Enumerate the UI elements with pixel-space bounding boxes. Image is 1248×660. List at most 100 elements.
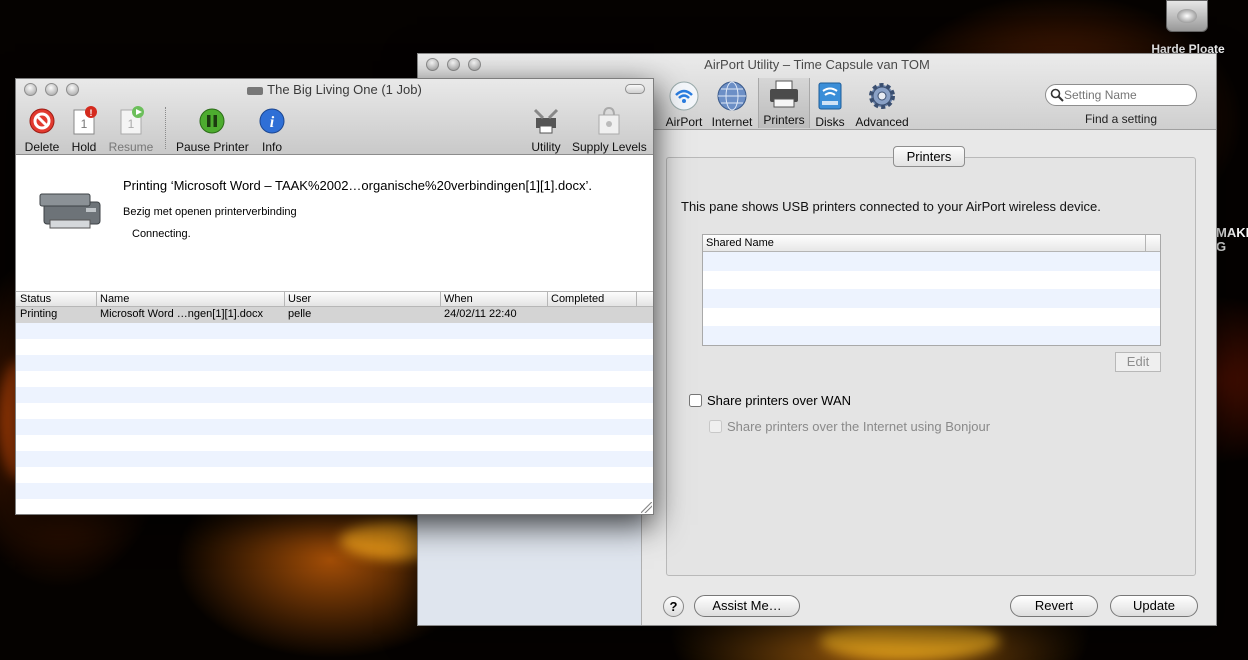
- table-row: [16, 403, 653, 419]
- svg-text:!: !: [90, 108, 93, 118]
- column-header-when[interactable]: When: [444, 292, 473, 307]
- column-header-user[interactable]: User: [288, 292, 311, 307]
- globe-icon: [716, 80, 748, 112]
- table-row: [16, 387, 653, 403]
- edge-text-line: G: [1216, 239, 1227, 254]
- shopping-bag-icon: [593, 105, 625, 137]
- pause-printer-button[interactable]: Pause Printer: [176, 105, 249, 154]
- printer-icon: [768, 78, 800, 110]
- current-job-area: [16, 156, 653, 291]
- toolbar-disks-button[interactable]: Disks: [802, 80, 858, 129]
- column-divider[interactable]: [636, 292, 637, 306]
- toolbar-label: Utility: [531, 140, 561, 154]
- printers-panel: This pane shows USB printers connected t…: [666, 157, 1196, 576]
- wifi-icon: [668, 80, 700, 112]
- share-wan-label: Share printers over WAN: [707, 393, 852, 408]
- utility-icon: [530, 105, 562, 137]
- assist-me-button[interactable]: Assist Me…: [694, 595, 800, 617]
- wallpaper-flame: [820, 620, 1000, 660]
- window-title: AirPort Utility – Time Capsule van TOM: [704, 57, 930, 72]
- queue-table-header: Status Name User When Completed: [16, 291, 653, 307]
- revert-button[interactable]: Revert: [1010, 595, 1098, 617]
- toolbar-label: Hold: [71, 140, 97, 154]
- table-row: [16, 483, 653, 499]
- gear-icon: [866, 80, 898, 112]
- column-divider[interactable]: [96, 292, 97, 306]
- job-name-cell: Microsoft Word …ngen[1][1].docx: [100, 308, 264, 320]
- share-wan-checkbox[interactable]: [689, 394, 702, 407]
- resume-icon: 1: [115, 105, 147, 137]
- delete-icon: [26, 105, 58, 137]
- table-row: [16, 323, 653, 339]
- window-title-text: The Big Living One (1 Job): [267, 82, 422, 97]
- table-row: [703, 252, 1160, 271]
- share-bonjour-checkbox[interactable]: [709, 420, 722, 433]
- column-divider[interactable]: [284, 292, 285, 306]
- job-when-cell: 24/02/11 22:40: [444, 308, 517, 320]
- hold-button[interactable]: 1! Hold: [68, 105, 100, 154]
- toolbar-label: Pause Printer: [176, 140, 249, 154]
- queue-table-body: Printing Microsoft Word …ngen[1][1].docx…: [16, 307, 653, 514]
- shared-name-column-header[interactable]: Shared Name: [703, 235, 1160, 252]
- job-status-cell: Printing: [20, 308, 58, 320]
- info-icon: i: [256, 105, 288, 137]
- tab-printers[interactable]: Printers: [893, 146, 965, 167]
- share-wan-checkbox-row[interactable]: Share printers over WAN: [689, 393, 851, 408]
- hard-drive-icon[interactable]: [1166, 0, 1208, 32]
- search-icon: [1050, 88, 1064, 102]
- supply-levels-button[interactable]: Supply Levels: [572, 105, 647, 154]
- wallpaper-edge-text: MAKE G: [1216, 226, 1248, 254]
- table-row: [703, 326, 1160, 345]
- print-queue-window: The Big Living One (1 Job) Delete 1! Hol…: [15, 78, 654, 515]
- setting-search-input[interactable]: [1064, 88, 1192, 102]
- toolbar-toggle-button[interactable]: [625, 84, 645, 94]
- printer-small-icon: [247, 86, 264, 95]
- table-row: [16, 499, 653, 514]
- job-title: Printing ‘Microsoft Word – TAAK%2002…org…: [123, 178, 592, 193]
- share-bonjour-label: Share printers over the Internet using B…: [727, 419, 991, 434]
- hold-icon: 1!: [68, 105, 100, 137]
- resize-grip[interactable]: [641, 502, 652, 513]
- job-connection-status: Connecting.: [132, 228, 191, 240]
- toolbar-label: Disks: [815, 115, 845, 129]
- table-row: [703, 308, 1160, 327]
- table-row[interactable]: Printing Microsoft Word …ngen[1][1].docx…: [16, 307, 653, 323]
- table-row: [16, 419, 653, 435]
- column-divider[interactable]: [547, 292, 548, 306]
- edge-text-line: MAKE: [1216, 225, 1248, 240]
- queue-toolbar: The Big Living One (1 Job) Delete 1! Hol…: [16, 79, 653, 155]
- toolbar-label: Supply Levels: [572, 140, 647, 154]
- setting-search-field[interactable]: [1045, 84, 1197, 106]
- share-bonjour-checkbox-row[interactable]: Share printers over the Internet using B…: [709, 419, 990, 434]
- toolbar-label: Internet: [711, 115, 753, 129]
- column-divider[interactable]: [440, 292, 441, 306]
- settings-pane: Printers This pane shows USB printers co…: [642, 131, 1216, 625]
- svg-text:1: 1: [81, 117, 88, 131]
- table-row: [16, 355, 653, 371]
- update-button[interactable]: Update: [1110, 595, 1198, 617]
- column-header-completed[interactable]: Completed: [551, 292, 604, 307]
- svg-text:1: 1: [128, 117, 135, 131]
- edit-button[interactable]: Edit: [1115, 352, 1161, 372]
- printer-device-icon: [39, 193, 101, 229]
- pane-description: This pane shows USB printers connected t…: [681, 199, 1101, 214]
- table-row: [16, 467, 653, 483]
- resume-button[interactable]: 1 Resume: [108, 105, 154, 154]
- shared-printers-table[interactable]: Shared Name: [702, 234, 1161, 346]
- pause-icon: [196, 105, 228, 137]
- utility-button[interactable]: Utility: [528, 105, 564, 154]
- toolbar-advanced-button[interactable]: Advanced: [854, 80, 910, 129]
- find-setting-label: Find a setting: [1084, 112, 1158, 126]
- toolbar-label: Delete: [24, 140, 60, 154]
- table-row: [16, 339, 653, 355]
- info-button[interactable]: i Info: [256, 105, 288, 154]
- toolbar-label: Info: [261, 140, 282, 154]
- column-header-name[interactable]: Name: [100, 292, 129, 307]
- toolbar-internet-button[interactable]: Internet: [704, 80, 760, 129]
- toolbar-label: Resume: [108, 140, 154, 154]
- column-header-status[interactable]: Status: [20, 292, 51, 307]
- delete-button[interactable]: Delete: [24, 105, 60, 154]
- disk-icon: [814, 80, 846, 112]
- help-button[interactable]: ?: [663, 596, 684, 617]
- shared-rows: [703, 252, 1160, 345]
